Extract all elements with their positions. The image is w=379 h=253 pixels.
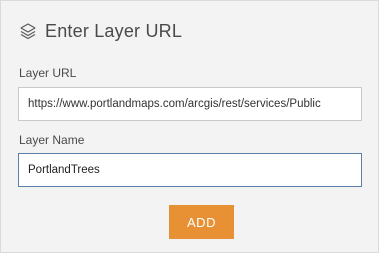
- layer-url-label: Layer URL: [19, 66, 77, 80]
- layer-name-label: Layer Name: [19, 133, 85, 147]
- enter-layer-url-panel: Enter Layer URL Layer URL Layer Name ADD: [0, 0, 379, 253]
- panel-title: Enter Layer URL: [45, 20, 183, 41]
- layer-url-input[interactable]: [18, 87, 362, 121]
- add-button[interactable]: ADD: [169, 205, 234, 239]
- layer-name-input[interactable]: [18, 153, 362, 187]
- layers-icon: [19, 22, 37, 40]
- panel-header: Enter Layer URL: [19, 20, 182, 42]
